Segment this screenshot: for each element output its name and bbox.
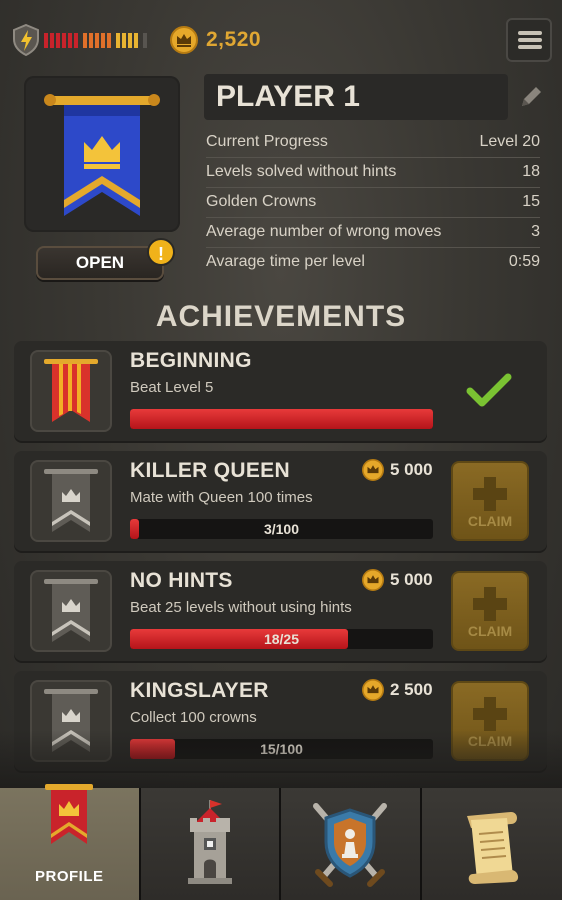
crown-coin-icon — [362, 569, 384, 591]
claim-button[interactable]: CLAIM — [451, 461, 529, 541]
tab-bar: PROFILE — [0, 784, 562, 900]
stat-value: 15 — [522, 193, 540, 210]
stat-row: Avarage time per level 0:59 — [206, 248, 540, 278]
top-bar: 2,520 — [0, 0, 562, 78]
player-stats: Current Progress Level 20 Levels solved w… — [206, 128, 540, 278]
menu-button[interactable] — [506, 18, 552, 62]
stat-label: Golden Crowns — [206, 193, 317, 210]
achievement-card: KILLER QUEEN 5 000 Mate with Queen 100 t… — [14, 451, 547, 551]
scroll-icon — [466, 812, 518, 884]
tab-label: PROFILE — [34, 868, 104, 885]
plus-icon — [473, 587, 507, 621]
achievements-title: ACHIEVEMENTS — [155, 300, 407, 333]
reward-amount: 5 000 — [390, 460, 433, 479]
stat-label: Avarage time per level — [206, 253, 365, 270]
tab-profile[interactable]: PROFILE — [0, 784, 141, 900]
progress-bar: 18/25 — [130, 629, 433, 649]
claim-button[interactable]: CLAIM — [451, 571, 529, 651]
player-name: PLAYER 1 — [204, 74, 508, 120]
achievement-desc: Beat 25 levels without using hints — [130, 599, 352, 616]
stat-value: 3 — [531, 223, 540, 240]
stat-row: Average number of wrong moves 3 — [206, 218, 540, 248]
achievement-desc: Beat Level 5 — [130, 379, 214, 396]
checkmark-icon — [466, 373, 512, 407]
tab-battle[interactable] — [281, 788, 422, 900]
stat-value: 0:59 — [508, 253, 540, 270]
coin-balance: 2,520 — [206, 28, 262, 51]
grey-crown-banner-icon — [44, 469, 98, 532]
stat-value: Level 20 — [479, 133, 541, 150]
achievement-card: KINGSLAYER 2 500 Collect 100 crowns 15/1… — [14, 671, 547, 771]
alert-badge: ! — [147, 238, 175, 266]
pencil-icon[interactable] — [516, 82, 546, 112]
grey-crown-banner-icon — [44, 689, 98, 752]
castle-tower-icon — [187, 800, 232, 884]
stat-value: 18 — [522, 163, 540, 180]
profile-banner[interactable] — [24, 76, 180, 232]
achievement-banner — [30, 570, 112, 652]
plus-icon — [473, 697, 507, 731]
lightning-shield-icon — [13, 24, 39, 56]
progress-bar — [130, 409, 433, 429]
tab-tower[interactable] — [140, 788, 281, 900]
red-striped-banner-icon — [44, 359, 98, 422]
achievement-name: NO HINTS — [130, 569, 233, 592]
stat-label: Average number of wrong moves — [206, 223, 442, 240]
crown-coin-icon — [362, 679, 384, 701]
tab-quests[interactable] — [421, 788, 562, 900]
progress-bar: 3/100 — [130, 519, 433, 539]
achievement-desc: Collect 100 crowns — [130, 709, 257, 726]
blue-crown-banner-icon — [44, 94, 160, 216]
crown-coin-icon — [170, 26, 198, 54]
banner-icon — [45, 784, 94, 844]
achievement-card: BEGINNING Beat Level 5 — [14, 341, 547, 441]
claim-label: CLAIM — [467, 513, 513, 529]
crown-coin-icon — [362, 459, 384, 481]
achievement-banner — [30, 460, 112, 542]
shield-swords-icon — [313, 803, 388, 887]
reward-amount: 2 500 — [390, 680, 433, 699]
progress-label: 18/25 — [263, 631, 300, 647]
achievement-reward: 5 000 — [362, 569, 433, 591]
stat-label: Current Progress — [206, 133, 328, 150]
hamburger-menu-icon — [518, 31, 542, 35]
stat-label: Levels solved without hints — [206, 163, 397, 180]
progress-label: 15/100 — [260, 741, 303, 757]
achievement-desc: Mate with Queen 100 times — [130, 489, 313, 506]
achievement-reward: 5 000 — [362, 459, 433, 481]
achievement-reward: 2 500 — [362, 679, 433, 701]
progress-bar: 15/100 — [130, 739, 433, 759]
grey-crown-banner-icon — [44, 579, 98, 642]
claim-label: CLAIM — [467, 733, 513, 749]
achievement-name: BEGINNING — [130, 349, 252, 372]
progress-fill — [130, 409, 433, 429]
plus-icon — [473, 477, 507, 511]
progress-label: 3/100 — [263, 521, 300, 537]
achievement-name: KILLER QUEEN — [130, 459, 290, 482]
achievement-banner — [30, 350, 112, 432]
achievement-card: NO HINTS 5 000 Beat 25 levels without us… — [14, 561, 547, 661]
open-button[interactable]: OPEN — [36, 246, 164, 280]
reward-amount: 5 000 — [390, 570, 433, 589]
achievement-banner — [30, 680, 112, 762]
claim-button[interactable]: CLAIM — [451, 681, 529, 761]
stat-row: Golden Crowns 15 — [206, 188, 540, 218]
stat-row: Levels solved without hints 18 — [206, 158, 540, 188]
stat-row: Current Progress Level 20 — [206, 128, 540, 158]
claim-label: CLAIM — [467, 623, 513, 639]
energy-meter — [44, 33, 147, 48]
achievement-name: KINGSLAYER — [130, 679, 269, 702]
